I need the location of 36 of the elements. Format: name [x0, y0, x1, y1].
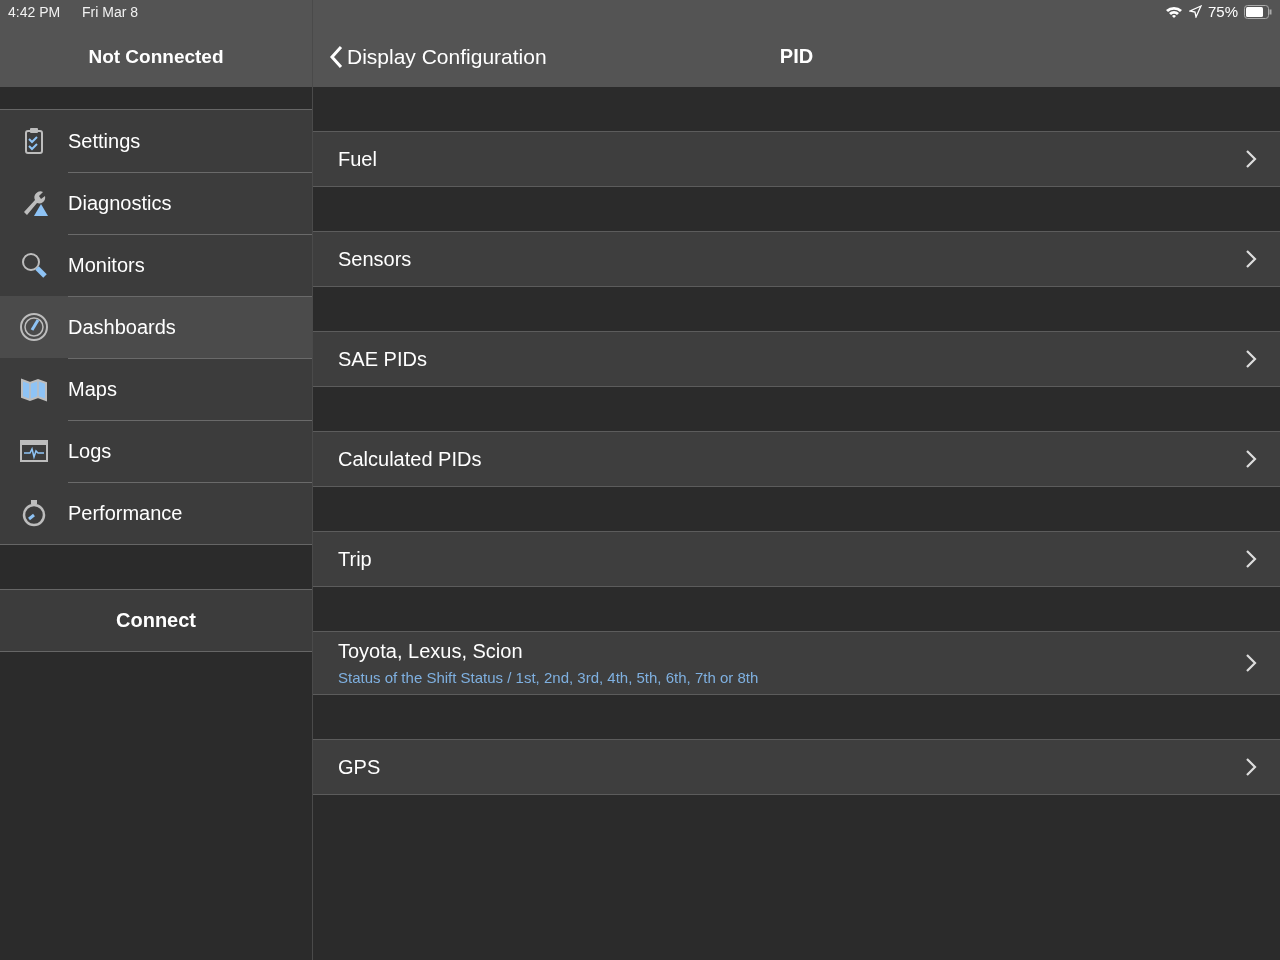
row-label: SAE PIDs	[338, 347, 428, 371]
chevron-icon	[1244, 549, 1258, 569]
chevron-icon	[1244, 349, 1258, 369]
row-label: Toyota, Lexus, Scion	[338, 640, 524, 663]
category-row[interactable]: GPS	[313, 739, 1280, 795]
connection-title: Not Connected	[88, 46, 224, 68]
row-label: Calculated PIDs	[338, 447, 483, 471]
row-label: Trip	[338, 547, 373, 571]
wifi-icon	[1164, 4, 1183, 19]
chevron-icon	[1244, 653, 1258, 673]
status-time: 4:42 PM	[8, 4, 61, 20]
page-title: PID	[779, 45, 814, 68]
category-row[interactable]: Trip	[313, 531, 1280, 587]
category-row[interactable]: SAE PIDs	[313, 331, 1280, 387]
status-date: Fri Mar 8	[82, 4, 138, 20]
connect-button[interactable]: Connect	[0, 589, 312, 652]
chevron-icon	[1244, 249, 1258, 269]
battery-percent: 75%	[1207, 3, 1238, 20]
row-label: Sensors	[338, 247, 413, 271]
back-link[interactable]: Display Configuration	[329, 45, 547, 69]
search-icon	[19, 250, 49, 280]
category-row[interactable]: Calculated PIDs	[313, 431, 1280, 487]
chevron-icon	[1244, 757, 1258, 777]
row-subtitle: Status of the Shift Status / 1st, 2nd, 3rd, 4th, 5th, 6th, 7th or 8th	[338, 669, 760, 686]
location-arrow-icon	[1188, 5, 1202, 18]
category-row[interactable]: Sensors	[313, 231, 1280, 287]
back-chevron-icon	[329, 45, 343, 69]
category-row[interactable]: Fuel	[313, 131, 1280, 187]
battery-icon	[1244, 4, 1272, 19]
row-label: GPS	[338, 755, 382, 779]
chevron-icon	[1244, 149, 1258, 169]
chevron-icon	[1244, 449, 1258, 469]
gauge-icon	[19, 312, 49, 342]
category-row[interactable]: Toyota, Lexus, Scion Status of the Shift Status / 1st, 2nd, 3rd, 4th, 5th, 6th, 7th or 8th	[313, 631, 1280, 695]
sidebar-item[interactable]: Dashboards	[0, 296, 312, 358]
row-label: Fuel	[338, 147, 378, 171]
